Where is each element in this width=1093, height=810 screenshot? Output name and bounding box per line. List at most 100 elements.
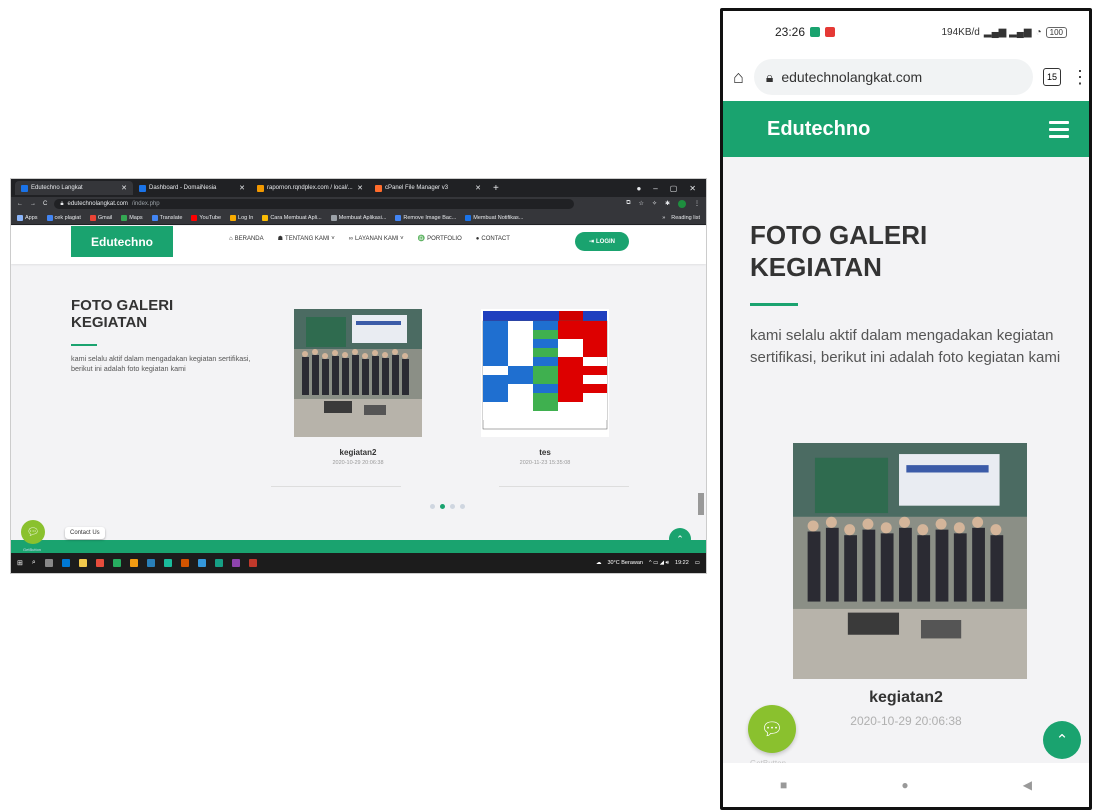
taskbar-app-icon[interactable]: [129, 559, 138, 567]
scrollbar-thumb[interactable]: [698, 493, 704, 515]
login-button[interactable]: ⇥ LOGIN: [575, 232, 629, 251]
close-tab-icon[interactable]: ✕: [475, 184, 481, 192]
avatar[interactable]: [678, 200, 686, 208]
back-icon[interactable]: ◀: [1023, 778, 1032, 792]
browser-tab[interactable]: rapornon.rqndplex.com / local/... ✕: [251, 181, 369, 195]
gallery-card[interactable]: tes 2020-11-23 15:35:08: [479, 309, 611, 466]
taskbar-app-icon[interactable]: [231, 559, 240, 567]
maximize-icon[interactable]: ▢: [670, 184, 678, 193]
scroll-top-button[interactable]: ⌃: [1043, 721, 1081, 759]
nav-item-portfolio[interactable]: ♎ PORTFOLIO: [418, 235, 462, 242]
site-logo[interactable]: Edutechno: [71, 226, 173, 257]
bookmark-item[interactable]: Membuat Aplikasi...: [330, 214, 386, 221]
forward-icon[interactable]: →: [30, 201, 36, 207]
bookmark-item[interactable]: Gmail: [89, 214, 112, 221]
taskbar-app-icon[interactable]: [180, 559, 189, 567]
bookmark-item[interactable]: Apps: [17, 214, 38, 221]
url-field[interactable]: 🔒︎ edutechnolangkat.com: [753, 59, 1033, 95]
home-icon[interactable]: ⌂: [733, 67, 744, 88]
site-logo[interactable]: Edutechno: [767, 118, 870, 141]
nav-label: TENTANG KAMI ˅: [285, 236, 335, 242]
bookmark-item[interactable]: Remove Image Bac...: [395, 214, 457, 221]
back-icon[interactable]: ←: [17, 201, 23, 207]
windows-start-icon[interactable]: ⊞: [17, 559, 23, 567]
bookmark-item[interactable]: YouTube: [191, 214, 221, 221]
minimize-icon[interactable]: –: [653, 184, 657, 193]
more-menu-icon[interactable]: ⋮: [1071, 67, 1089, 88]
taskbar-app-icon[interactable]: [112, 559, 121, 567]
close-tab-icon[interactable]: ✕: [239, 184, 245, 192]
taskbar-app-icon[interactable]: [95, 559, 104, 567]
close-tab-icon[interactable]: ✕: [121, 184, 127, 192]
system-tray: ☁ 30°C Berawan ^ ▭ ◢ 🔊︎ 19:22 ▭: [596, 560, 700, 567]
bookmark-item[interactable]: Maps: [121, 214, 143, 221]
taskbar-app-icon[interactable]: [248, 559, 257, 567]
scroll-top-button[interactable]: ⌃: [669, 528, 691, 550]
puzzle-icon[interactable]: ✱: [665, 200, 670, 208]
browser-tab[interactable]: cPanel File Manager v3 ✕: [369, 181, 487, 195]
omnibox[interactable]: 🔒︎ edutechnolangkat.com/index.php: [54, 199, 575, 209]
bookmark-item[interactable]: Translate: [151, 214, 183, 221]
taskbar-app-icon[interactable]: [61, 559, 70, 567]
taskbar-app-icon[interactable]: [146, 559, 155, 567]
translate-icon[interactable]: ⧉: [626, 200, 630, 208]
section-description: kami selalu aktif dalam mengadakan kegia…: [71, 354, 251, 373]
bookmark-item[interactable]: Log In: [230, 214, 253, 221]
bookmark-item[interactable]: Membuat Notifikas...: [465, 214, 523, 221]
phone-screenshot: 23:26 194KB/d ▂▄▆ ▂▄▆ ◔ 100 ⌂ 🔒︎ edutech…: [720, 8, 1092, 810]
hamburger-menu-icon[interactable]: [1049, 120, 1069, 138]
new-tab-button[interactable]: +: [487, 183, 505, 194]
contact-us-tooltip[interactable]: Contact Us: [65, 527, 105, 539]
nav-item-beranda[interactable]: ⌂ BERANDA: [229, 236, 264, 242]
more-bookmarks-button[interactable]: »: [662, 215, 665, 221]
notification-icon[interactable]: ▭: [695, 560, 700, 566]
close-tab-icon[interactable]: ✕: [357, 184, 363, 192]
tabs-count-button[interactable]: 15: [1043, 68, 1061, 86]
bookmark-label: cek plagiat: [54, 214, 81, 221]
nav-label: PORTFOLIO: [427, 236, 462, 242]
close-window-icon[interactable]: ✕: [689, 184, 696, 193]
task-view-icon[interactable]: [44, 559, 53, 567]
group-photo-image[interactable]: [793, 443, 1027, 679]
chat-widget-button[interactable]: 💬︎: [748, 705, 796, 753]
home-button-icon[interactable]: ●: [901, 778, 908, 792]
taskbar-app-icon[interactable]: [197, 559, 206, 567]
bookmarks-overflow: » Reading list: [662, 215, 700, 221]
card-date: 2020-11-23 15:35:08: [519, 460, 571, 466]
bookmark-item[interactable]: Cara Membuat Apli...: [262, 214, 322, 221]
carousel-dot[interactable]: [430, 504, 435, 509]
menu-icon[interactable]: ⋮: [694, 200, 700, 208]
star-icon[interactable]: ☆: [639, 200, 644, 208]
tray-icons[interactable]: ^ ▭ ◢ 🔊︎: [649, 560, 669, 567]
search-icon[interactable]: ⌕: [32, 559, 36, 567]
taskbar-app-icon[interactable]: [214, 559, 223, 567]
bookmark-label: Translate: [159, 214, 183, 221]
gallery-card[interactable]: kegiatan2 2020-10-29 20:06:38: [292, 309, 424, 466]
tab-title: rapornon.rqndplex.com / local/...: [267, 185, 353, 191]
clock[interactable]: 19:22: [675, 560, 689, 566]
lock-icon: 🔒︎: [765, 68, 774, 85]
taskbar-app-icon[interactable]: [163, 559, 172, 567]
card-caption: kegiatan2: [869, 689, 943, 706]
schedule-table-image: [481, 309, 609, 437]
carousel-dot[interactable]: [450, 504, 455, 509]
taskbar-app-icon[interactable]: [78, 559, 87, 567]
browser-tab[interactable]: Dashboard - DomaiNesia ✕: [133, 181, 251, 195]
chat-bubble-icon: 💬︎: [760, 718, 784, 739]
browser-tab[interactable]: Edutechno Langkat ✕: [15, 181, 133, 195]
reload-icon[interactable]: C: [43, 201, 47, 207]
extension-icon[interactable]: ✧: [652, 200, 657, 208]
carousel-dot-active[interactable]: [440, 504, 445, 509]
bookmark-label: Remove Image Bac...: [403, 214, 457, 221]
recents-icon[interactable]: ■: [780, 778, 787, 792]
chat-widget-button[interactable]: 💬︎: [21, 520, 45, 544]
nav-item-contact[interactable]: ● CONTACT: [476, 236, 510, 242]
nav-item-tentang-kami[interactable]: ☗ TENTANG KAMI ˅: [278, 235, 335, 242]
nav-item-layanan-kami[interactable]: ∞ LAYANAN KAMI ˅: [349, 236, 404, 242]
carousel-dot[interactable]: [460, 504, 465, 509]
bookmark-item[interactable]: cek plagiat: [46, 214, 81, 221]
profile-icon[interactable]: ●: [636, 184, 641, 193]
reading-list-button[interactable]: Reading list: [671, 215, 700, 221]
notification-icon: [825, 27, 836, 37]
weather-text[interactable]: 30°C Berawan: [607, 560, 643, 566]
